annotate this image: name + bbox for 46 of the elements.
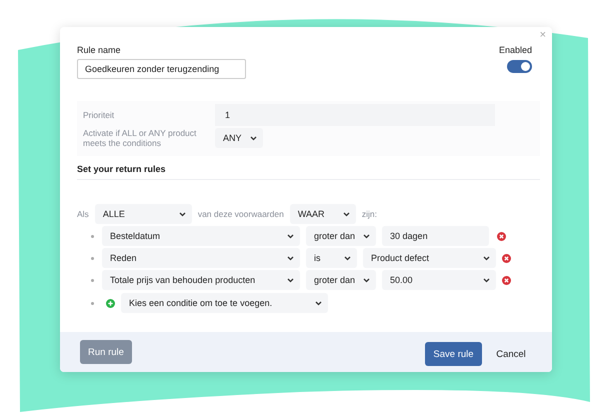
chevron-icon: [483, 278, 490, 282]
chevron-icon: [287, 278, 294, 282]
field-select[interactable]: Reden: [102, 248, 300, 268]
section-title: Set your return rules: [77, 164, 540, 180]
operator-select[interactable]: groter dan: [306, 226, 376, 246]
operator-select[interactable]: groter dan: [306, 270, 376, 290]
chevron-icon: [344, 256, 351, 260]
toggle-label: Enabled: [498, 45, 532, 55]
toggle-switch[interactable]: [507, 60, 532, 73]
save-button[interactable]: Save rule: [425, 342, 482, 366]
chevron-icon: [363, 278, 370, 282]
chevron-icon: [250, 136, 257, 140]
chevron-icon: [363, 234, 370, 238]
bullet-dot: [91, 302, 94, 304]
bullet-dot: [91, 256, 94, 260]
condition-text: zijn:: [362, 209, 377, 219]
match-select[interactable]: ALLE: [94, 204, 192, 224]
field-label: Prioriteit: [83, 110, 116, 120]
field-label: Rule name: [77, 45, 122, 55]
bullet-dot: [91, 278, 94, 282]
chevron-icon: [287, 256, 294, 260]
chevron-icon: [483, 256, 490, 260]
field-label: Activate if ALL or ANY product meets the conditions: [83, 128, 198, 148]
chevron-icon: [287, 234, 294, 238]
remove-icon[interactable]: [497, 232, 506, 240]
field-select[interactable]: Besteldatum: [102, 226, 300, 246]
remove-icon[interactable]: [502, 254, 511, 262]
priority-field[interactable]: 1: [215, 104, 495, 126]
value-field[interactable]: 30 dagen: [382, 226, 490, 246]
chevron-icon: [315, 300, 322, 306]
rule-name-field[interactable]: Goedkeuren zonder terugzending: [77, 59, 246, 79]
remove-icon[interactable]: [502, 276, 511, 284]
add-icon[interactable]: [106, 298, 115, 308]
bullet-dot: [91, 234, 94, 238]
value-select[interactable]: Product defect: [363, 248, 496, 268]
activate-select[interactable]: ANY: [215, 128, 263, 148]
chevron-icon: [342, 212, 350, 216]
value-select[interactable]: 50.00: [382, 270, 496, 290]
field-select[interactable]: Totale prijs van behouden producten: [102, 270, 300, 290]
cancel-button[interactable]: Cancel: [488, 342, 534, 366]
operator-select[interactable]: is: [306, 248, 357, 268]
condition-text: Als: [77, 209, 89, 219]
condition-select[interactable]: Kies een conditie om toe te voegen.: [121, 293, 328, 313]
truth-select[interactable]: WAAR: [290, 204, 356, 224]
condition-text: van deze voorwaarden: [198, 209, 284, 219]
chevron-icon: [178, 212, 186, 216]
